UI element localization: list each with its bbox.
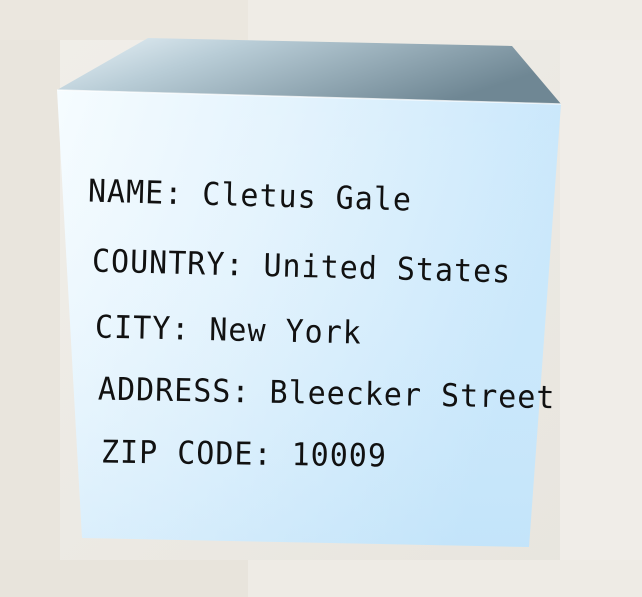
city-line: CITY: New York [94, 309, 363, 352]
zip-code-line: ZIP CODE: 10009 [100, 434, 388, 475]
info-cube: NAME: Cletus Gale COUNTRY: United States… [0, 0, 642, 597]
cube-shape [56, 38, 562, 547]
